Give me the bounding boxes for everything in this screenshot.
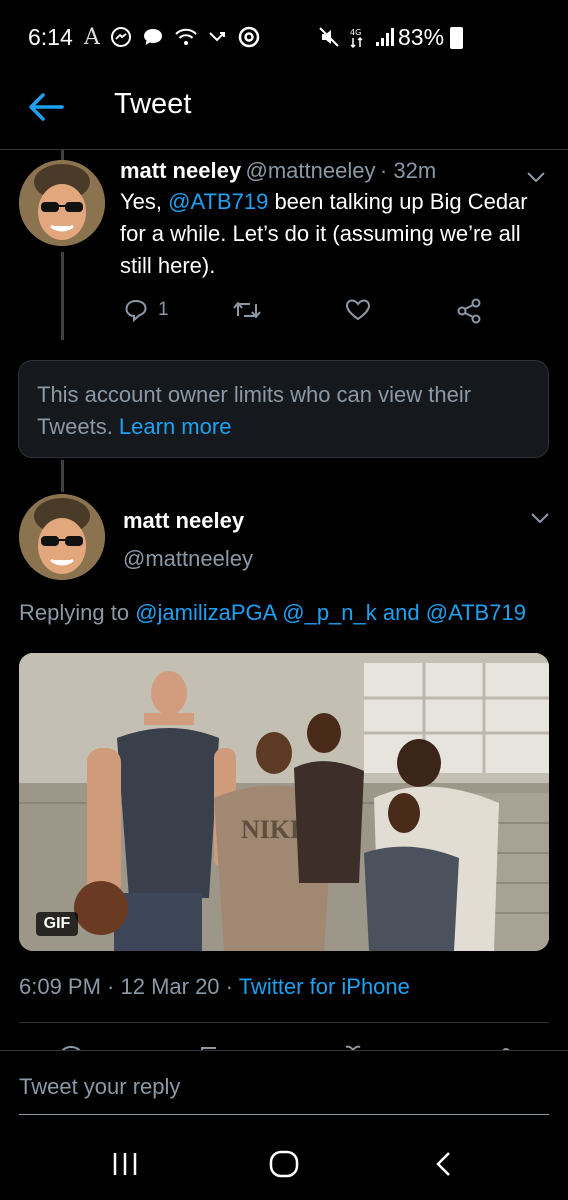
gif-media[interactable]: NIKE: [19, 653, 549, 951]
mute-icon: [319, 27, 339, 47]
chevron-down-icon[interactable]: [530, 511, 550, 525]
retweet-icon[interactable]: [232, 298, 262, 322]
system-icons: 4G: [318, 23, 396, 51]
reply-icon: [125, 299, 147, 322]
status-time: 6:14: [28, 24, 73, 50]
back-arrow-icon[interactable]: [26, 90, 66, 124]
divider: [19, 1022, 549, 1023]
wifi-icon: [175, 28, 197, 45]
tweet-timestamp: 6:09 PM · 12 Mar 20 · Twitter for iPhone: [19, 974, 410, 999]
signal-icon: [376, 28, 394, 46]
spiral-icon: [238, 26, 260, 48]
missed-call-icon: [209, 32, 225, 42]
back-icon[interactable]: [432, 1150, 456, 1178]
lte-icon: 4G: [350, 28, 363, 49]
recent-apps-icon[interactable]: [110, 1150, 140, 1178]
reply-count: 1: [158, 299, 169, 320]
like-icon[interactable]: [345, 298, 371, 322]
notification-icons: A: [84, 23, 260, 51]
notice-text: This account owner limits who can view t…: [37, 382, 472, 439]
author-name[interactable]: matt neeley: [120, 158, 241, 183]
share-icon[interactable]: [456, 298, 482, 324]
author-name[interactable]: matt neeley: [123, 508, 244, 534]
reply-action[interactable]: 1: [124, 298, 169, 322]
and-link[interactable]: and: [383, 600, 420, 625]
divider: [0, 1050, 568, 1051]
reply-input-underline: [19, 1114, 549, 1115]
tweet-age: · 32m: [379, 158, 437, 183]
svg-text:4G: 4G: [350, 28, 361, 37]
thread-line-bottom: [61, 460, 64, 492]
system-navigation-bar: [0, 1130, 568, 1200]
thread-line-top: [61, 150, 64, 160]
status-bar: 6:14 A 4G 83%: [0, 0, 568, 76]
battery-icon: [450, 27, 463, 49]
mention-link[interactable]: @jamilizaPGA: [135, 600, 276, 625]
avatar[interactable]: [19, 494, 105, 580]
source-link[interactable]: Twitter for iPhone: [239, 974, 410, 999]
limited-visibility-notice: This account owner limits who can view t…: [18, 360, 549, 458]
reply-input[interactable]: Tweet your reply: [19, 1074, 180, 1100]
parent-tweet-text: Yes, @ATB719 been talking up Big Cedar f…: [120, 189, 528, 278]
thread-line: [61, 252, 64, 340]
learn-more-link[interactable]: Learn more: [119, 414, 232, 439]
parent-tweet-header: matt neeley @mattneeley · 32m: [120, 158, 436, 184]
mention-link[interactable]: @_p_n_k: [282, 600, 377, 625]
battery-percentage: 83%: [398, 24, 445, 50]
author-handle[interactable]: @mattneeley: [246, 158, 376, 183]
chevron-down-icon[interactable]: [526, 170, 546, 184]
mention-link[interactable]: @ATB719: [426, 600, 526, 625]
home-icon[interactable]: [268, 1148, 300, 1180]
gif-badge: GIF: [36, 912, 78, 936]
chat-icon: [143, 29, 162, 45]
messenger-icon: [110, 27, 131, 47]
mention-link[interactable]: @ATB719: [168, 189, 268, 214]
a-icon: A: [84, 24, 100, 50]
author-handle[interactable]: @mattneeley: [123, 546, 253, 572]
page-title: Tweet: [114, 88, 192, 120]
avatar[interactable]: [19, 160, 105, 246]
replying-to: Replying to @jamilizaPGA @_p_n_k and @AT…: [19, 600, 526, 625]
top-app-bar: [0, 76, 568, 150]
